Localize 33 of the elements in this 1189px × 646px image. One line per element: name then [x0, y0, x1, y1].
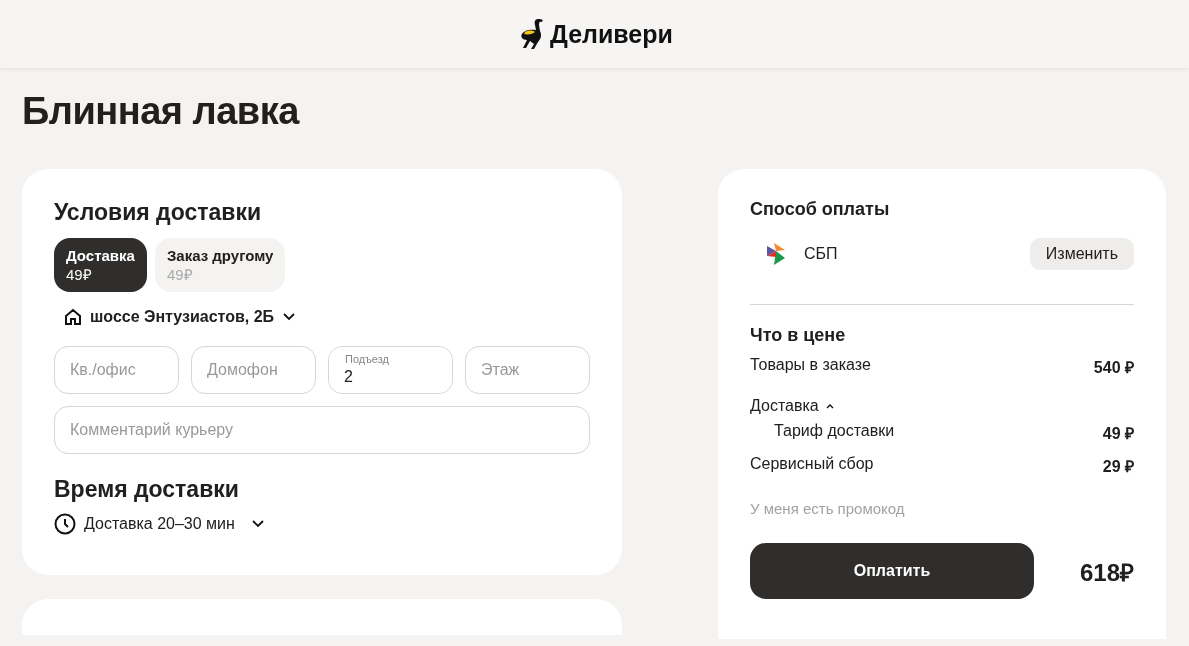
section-title: Способ оплаты — [750, 199, 891, 220]
chevron-up-icon — [824, 402, 835, 409]
price-value: 29 ₽ — [1102, 457, 1134, 477]
pay-button[interactable]: Оплатить — [750, 543, 1034, 599]
entrance-field[interactable]: Подъезд 2 — [328, 346, 453, 394]
price-label: Сервисный сбор — [750, 455, 874, 474]
chevron-down-icon — [282, 312, 297, 322]
address-selector[interactable]: шоссе Энтузиастов, 2Б — [64, 308, 590, 326]
price-value: 540 ₽ — [1093, 358, 1134, 378]
input-field[interactable]: Этаж — [465, 346, 590, 394]
delivery-mode-tab[interactable]: Доставка 49₽ — [54, 238, 147, 292]
payment-system-logo-icon — [766, 242, 786, 266]
chevron-down-icon — [250, 519, 265, 529]
payment-method-name: СБП — [804, 245, 839, 263]
page-title: Блинная лавка — [22, 90, 301, 133]
home-icon — [64, 308, 82, 326]
section-title: Условия доставки — [54, 199, 263, 226]
input-field[interactable]: Кв./офис — [54, 346, 179, 394]
comment-field[interactable]: Комментарий курьеру — [54, 406, 590, 454]
total-price: 618₽ — [1079, 557, 1134, 588]
section-title: Время доставки — [54, 476, 240, 503]
clock-icon — [54, 513, 76, 535]
section-title: Что в цене — [750, 325, 847, 346]
input-field[interactable]: Домофон — [191, 346, 316, 394]
price-value: 49 ₽ — [1102, 424, 1134, 444]
price-label: Тариф доставки — [774, 422, 895, 441]
delivery-mode-tab[interactable]: Заказ другому 49₽ — [154, 238, 286, 292]
logo-link[interactable]: Деливери — [516, 17, 673, 51]
delivery-time-selector[interactable]: Доставка 20–30 мин — [54, 513, 590, 535]
logo-text: Деливери — [550, 19, 673, 49]
price-group-toggle[interactable]: Доставка — [750, 389, 835, 422]
price-label: Товары в заказе — [750, 356, 871, 375]
change-button[interactable]: Изменить — [1029, 238, 1134, 270]
